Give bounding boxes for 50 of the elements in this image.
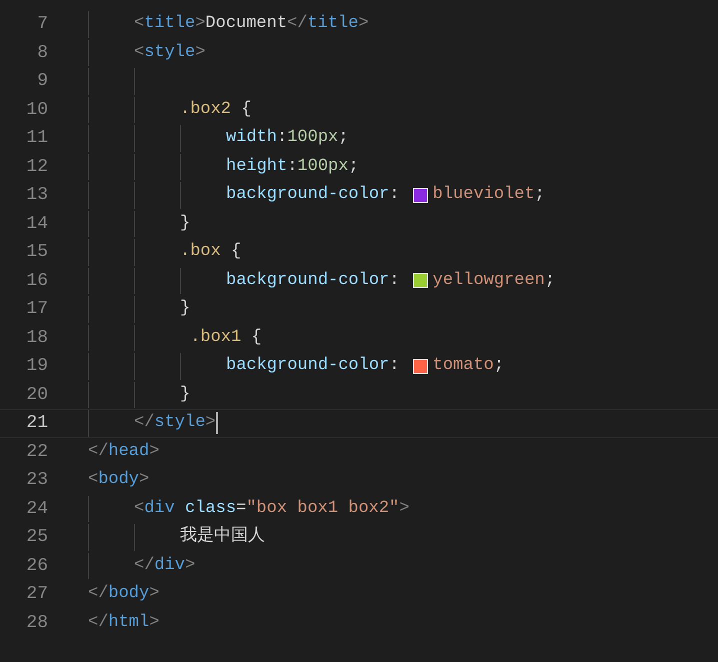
line-number: 24 [25,498,48,520]
color-swatch[interactable] [412,273,428,288]
color-swatch[interactable] [412,358,428,374]
code-text: </html> [88,612,160,634]
line-number: 9 [36,70,48,93]
code-text: </div> [134,554,196,576]
code-text: width:100px; [226,127,348,149]
line-number: 26 [25,554,48,578]
line-number: 13 [25,184,48,207]
code-text: background-color: [226,355,400,377]
code-text: </body> [88,583,160,605]
code-text: } [180,298,190,320]
line-number: 22 [25,440,48,464]
line-number: 11 [25,127,48,150]
line-number: 27 [25,583,48,606]
line-number: 28 [25,612,48,634]
line-number: 21 [25,412,48,435]
line-number: 14 [25,212,48,236]
code-text: </head> [88,440,160,462]
line-number: 23 [25,469,48,492]
code-text: .box1 { [189,326,262,348]
code-text: } [180,212,190,234]
line-number: 10 [25,98,48,122]
code-text: background-color: [226,184,400,206]
code-text: 我是中国人 [180,525,265,548]
line-number: 19 [25,355,48,378]
line-number: 12 [25,156,48,178]
line-number: 17 [25,298,48,321]
code-text: <style> [134,42,206,64]
line-number: 25 [25,526,48,549]
line-number: 15 [25,241,48,264]
code-text: .box { [180,241,242,263]
code-text: <body> [88,469,150,491]
color-swatch[interactable] [412,188,428,203]
text-cursor [216,412,218,434]
line-number: 18 [25,326,48,350]
code-text: .box2 { [180,98,252,120]
line-number: 7 [36,13,48,36]
code-text: yellowgreen; [432,270,556,292]
code-text: </style> [134,412,216,434]
line-number: 20 [25,384,48,406]
code-text: blueviolet; [432,184,545,206]
line-number: 16 [25,270,48,292]
code-text: background-color: [226,270,400,292]
code-text: } [180,384,190,406]
code-text: <div class="box box1 box2"> [134,498,410,520]
code-text: tomato; [432,355,504,377]
line-number: 8 [36,42,48,64]
code-text: <title>Document</title> [134,13,369,35]
code-text: height:100px; [226,156,359,178]
